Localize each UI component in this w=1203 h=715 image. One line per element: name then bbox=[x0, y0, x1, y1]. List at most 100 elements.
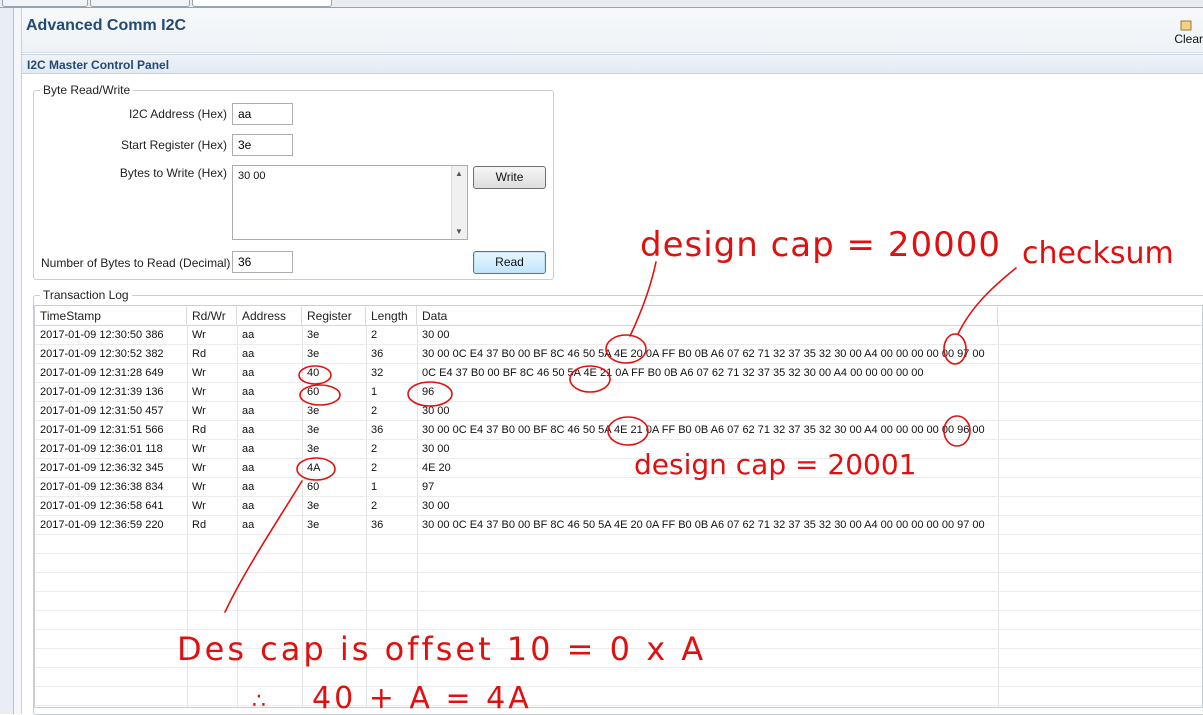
empty-row bbox=[35, 668, 1202, 687]
cell-data: 30 00 0C E4 37 B0 00 BF 8C 46 50 5A 4E 2… bbox=[422, 519, 985, 531]
clear-button[interactable]: Clear bbox=[1173, 18, 1203, 48]
scroll-down-icon[interactable]: ▼ bbox=[455, 227, 463, 236]
table-row[interactable]: 2017-01-09 12:36:32 345 Wr aa 4A 2 4E 20 bbox=[35, 459, 1202, 478]
cell-timestamp: 2017-01-09 12:36:38 834 bbox=[40, 481, 164, 493]
cell-data: 0C E4 37 B0 00 BF 8C 46 50 5A 4E 21 0A F… bbox=[422, 367, 924, 379]
cell-rdwr: Wr bbox=[192, 329, 206, 341]
cell-length: 2 bbox=[371, 500, 378, 512]
num-bytes-read-input[interactable] bbox=[232, 251, 293, 273]
table-row[interactable]: 2017-01-09 12:36:59 220 Rd aa 3e 36 30 00 0C … bbox=[35, 516, 1202, 535]
cell-rdwr: Rd bbox=[192, 424, 207, 436]
i2c-address-label: I2C Address (Hex) bbox=[128, 107, 227, 121]
i2c-address-input[interactable] bbox=[232, 103, 293, 125]
bytes-to-write-value: 30 00 bbox=[238, 170, 266, 182]
column-header-data[interactable]: Data bbox=[417, 306, 998, 326]
cell-address: aa bbox=[242, 519, 255, 531]
cell-timestamp: 2017-01-09 12:36:58 641 bbox=[40, 500, 164, 512]
cell-register: 60 bbox=[307, 386, 320, 398]
num-bytes-read-label: Number of Bytes to Read (Decimal) bbox=[41, 256, 231, 270]
cell-timestamp: 2017-01-09 12:31:39 136 bbox=[40, 386, 164, 398]
cell-data: 4E 20 bbox=[422, 462, 451, 474]
cell-address: aa bbox=[242, 500, 255, 512]
column-header-length[interactable]: Length bbox=[366, 306, 417, 326]
cell-length: 2 bbox=[371, 405, 378, 417]
cell-rdwr: Wr bbox=[192, 481, 206, 493]
editor-tab[interactable] bbox=[90, 0, 190, 7]
table-row[interactable]: 2017-01-09 12:36:01 118 Wr aa 3e 2 30 00 bbox=[35, 440, 1202, 459]
left-panel-edge bbox=[0, 8, 14, 714]
cell-rdwr: Wr bbox=[192, 367, 206, 379]
read-button[interactable]: Read bbox=[473, 251, 546, 274]
cell-data: 30 00 bbox=[422, 329, 450, 341]
cell-address: aa bbox=[242, 481, 255, 493]
cell-timestamp: 2017-01-09 12:31:51 566 bbox=[40, 424, 164, 436]
empty-row bbox=[35, 649, 1202, 668]
cell-register: 4A bbox=[307, 462, 321, 474]
bytes-to-write-field[interactable]: 30 00 ▲ ▼ bbox=[232, 165, 468, 240]
column-header-timestamp[interactable]: TimeStamp bbox=[35, 306, 187, 326]
cell-rdwr: Rd bbox=[192, 348, 207, 360]
cell-length: 1 bbox=[371, 481, 378, 493]
cell-length: 2 bbox=[371, 462, 378, 474]
cell-timestamp: 2017-01-09 12:36:59 220 bbox=[40, 519, 164, 531]
column-header-register[interactable]: Register bbox=[302, 306, 366, 326]
cell-register: 3e bbox=[307, 348, 320, 360]
table-header: TimeStamp Rd/Wr Address Register Length … bbox=[35, 306, 1202, 326]
empty-row bbox=[35, 535, 1202, 554]
table-row[interactable]: 2017-01-09 12:36:38 834 Wr aa 60 1 97 bbox=[35, 478, 1202, 497]
cell-timestamp: 2017-01-09 12:31:50 457 bbox=[40, 405, 164, 417]
empty-row bbox=[35, 630, 1202, 649]
table-row[interactable]: 2017-01-09 12:31:39 136 Wr aa 60 1 96 bbox=[35, 383, 1202, 402]
cell-register: 3e bbox=[307, 500, 320, 512]
empty-row bbox=[35, 554, 1202, 573]
cell-timestamp: 2017-01-09 12:31:28 649 bbox=[40, 367, 164, 379]
cell-rdwr: Wr bbox=[192, 386, 206, 398]
empty-row bbox=[35, 687, 1202, 706]
cell-register: 3e bbox=[307, 329, 320, 341]
cell-data: 30 00 bbox=[422, 500, 450, 512]
cell-data: 30 00 bbox=[422, 443, 450, 455]
cell-data: 30 00 bbox=[422, 405, 450, 417]
table-row[interactable]: 2017-01-09 12:31:50 457 Wr aa 3e 2 30 00 bbox=[35, 402, 1202, 421]
cell-timestamp: 2017-01-09 12:30:50 386 bbox=[40, 329, 164, 341]
empty-row bbox=[35, 611, 1202, 630]
table-row[interactable]: 2017-01-09 12:36:58 641 Wr aa 3e 2 30 00 bbox=[35, 497, 1202, 516]
cell-address: aa bbox=[242, 424, 255, 436]
editor-tab[interactable] bbox=[2, 0, 88, 7]
cell-register: 3e bbox=[307, 519, 320, 531]
column-header-rdwr[interactable]: Rd/Wr bbox=[187, 306, 237, 326]
cell-data: 30 00 0C E4 37 B0 00 BF 8C 46 50 5A 4E 2… bbox=[422, 424, 985, 436]
cell-rdwr: Wr bbox=[192, 443, 206, 455]
cell-register: 60 bbox=[307, 481, 320, 493]
transaction-log-table[interactable]: TimeStamp Rd/Wr Address Register Length … bbox=[34, 305, 1203, 708]
cell-address: aa bbox=[242, 462, 255, 474]
editor-tab-active[interactable] bbox=[192, 0, 332, 7]
scroll-up-icon[interactable]: ▲ bbox=[455, 169, 463, 178]
panel-title-bar: I2C Master Control Panel bbox=[22, 54, 1203, 74]
cell-register: 3e bbox=[307, 443, 320, 455]
cell-register: 40 bbox=[307, 367, 320, 379]
cell-timestamp: 2017-01-09 12:36:01 118 bbox=[40, 443, 163, 455]
start-register-input[interactable] bbox=[232, 134, 293, 156]
empty-row bbox=[35, 592, 1202, 611]
write-button[interactable]: Write bbox=[473, 166, 546, 189]
cell-timestamp: 2017-01-09 12:30:52 382 bbox=[40, 348, 164, 360]
table-row[interactable]: 2017-01-09 12:31:51 566 Rd aa 3e 36 30 00 0C … bbox=[35, 421, 1202, 440]
table-row[interactable]: 2017-01-09 12:31:28 649 Wr aa 40 32 0C E4 37 … bbox=[35, 364, 1202, 383]
table-row[interactable]: 2017-01-09 12:30:52 382 Rd aa 3e 36 30 00 0C … bbox=[35, 345, 1202, 364]
table-row[interactable]: 2017-01-09 12:30:50 386 Wr aa 3e 2 30 00 bbox=[35, 326, 1202, 345]
table-body: 2017-01-09 12:30:50 386 Wr aa 3e 2 30 00 2017-… bbox=[35, 326, 1202, 707]
panel-title: I2C Master Control Panel bbox=[27, 58, 170, 72]
cell-address: aa bbox=[242, 329, 255, 341]
bytes-to-write-scrollbar[interactable]: ▲ ▼ bbox=[451, 166, 467, 239]
bytes-to-write-label: Bytes to Write (Hex) bbox=[119, 166, 227, 180]
cell-register: 3e bbox=[307, 405, 320, 417]
app-title: Advanced Comm I2C bbox=[26, 17, 187, 34]
column-header-address[interactable]: Address bbox=[237, 306, 302, 326]
cell-rdwr: Wr bbox=[192, 500, 206, 512]
cell-register: 3e bbox=[307, 424, 320, 436]
cell-rdwr: Rd bbox=[192, 519, 207, 531]
cell-data: 97 bbox=[422, 481, 435, 493]
cell-address: aa bbox=[242, 348, 255, 360]
cell-timestamp: 2017-01-09 12:36:32 345 bbox=[40, 462, 164, 474]
